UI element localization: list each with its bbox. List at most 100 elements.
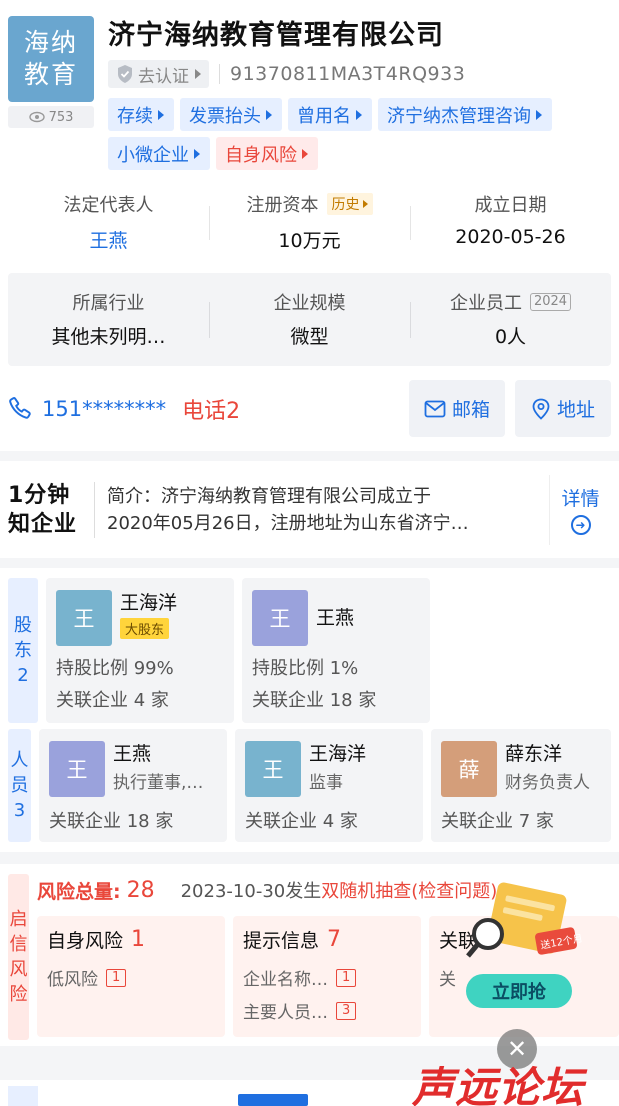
mail-icon: [424, 400, 446, 417]
staff-role: 财务负责人: [505, 773, 590, 793]
staff-tab[interactable]: 人 员 3: [8, 729, 31, 842]
shareholder-card[interactable]: 王 王海洋 大股东 持股比例 99% 关联企业 4 家: [46, 578, 234, 723]
staff-value: 0人: [494, 326, 527, 348]
risk-event-type: 双随机抽查: [321, 881, 412, 902]
tab-char: 险: [9, 984, 28, 1005]
tab-char: 启: [9, 909, 28, 930]
caret-right-icon: [362, 200, 368, 208]
share-ratio: 持股比例 99%: [56, 658, 174, 679]
risk-line-text: 主要人员…: [243, 1003, 328, 1023]
risk-line-text: 企业名称…: [243, 970, 328, 990]
phone-icon: [9, 396, 31, 419]
credit-code[interactable]: 91370811MA3T4RQ933: [230, 63, 465, 85]
tag-former-name-value-label: 济宁纳杰管理咨询: [387, 105, 531, 127]
company-header-card: 海纳 教育 753 济宁海纳教育管理有限公司 去认证 91370811MA3T4…: [0, 0, 619, 451]
staff-count[interactable]: 企业员工 2024 0人: [410, 290, 611, 349]
staff-card[interactable]: 王 王海洋 监事 关联企业 4 家: [235, 729, 423, 842]
business-summary-box: 所属行业 其他未列明… 企业规模 微型 企业员工 2024 0人: [8, 273, 611, 366]
shareholder-name: 王海洋: [120, 592, 178, 614]
legal-rep-value[interactable]: 王燕: [8, 226, 209, 253]
risk-line-count: 3: [336, 1001, 357, 1020]
caret-right-icon: [266, 109, 272, 120]
tag-self-risk-label: 自身风险: [225, 144, 297, 166]
view-count: 753: [8, 106, 94, 128]
registered-capital: 注册资本 历史 10万元: [209, 192, 410, 253]
company-logo: 海纳 教育: [8, 16, 94, 102]
legal-rep[interactable]: 法定代表人 王燕: [8, 192, 209, 253]
capital-history-button[interactable]: 历史: [326, 193, 373, 215]
address-label: 地址: [556, 399, 595, 421]
address-button[interactable]: 地址: [515, 380, 611, 437]
shareholder-name: 王燕: [316, 607, 355, 629]
divider: [219, 64, 220, 84]
email-button[interactable]: 邮箱: [409, 380, 505, 437]
logo-line-2: 教育: [23, 60, 78, 89]
promo-sticker[interactable]: 送12个月 立即抢: [462, 878, 582, 1008]
risk-total-value: 28: [126, 877, 155, 903]
tag-self-risk[interactable]: 自身风险: [216, 137, 318, 170]
tag-status-label: 存续: [117, 105, 153, 127]
capital-label: 注册资本: [246, 195, 319, 216]
risk-line-text: 低风险: [47, 970, 98, 990]
related-companies: 关联企业 4 家: [245, 811, 358, 832]
tag-status[interactable]: 存续: [108, 98, 174, 131]
one-minute-intro[interactable]: 1分钟 知企业 简介：济宁海纳教育管理有限公司成立于 2020年05月26日，注…: [0, 461, 619, 558]
intro-logo-line-2: 知企业: [8, 511, 78, 537]
risk-card-count: 1: [131, 927, 146, 952]
contact-row: 151******** 电话2 邮箱 地址: [8, 380, 611, 437]
grab-now-button[interactable]: 立即抢: [466, 974, 572, 1008]
risk-tab[interactable]: 启 信 风 险: [8, 874, 29, 1040]
eye-icon: [28, 111, 45, 123]
certify-button[interactable]: 去认证: [108, 60, 209, 88]
tab-char: 人: [10, 750, 29, 771]
staff-card[interactable]: 王 王燕 执行董事,… 关联企业 18 家: [39, 729, 227, 842]
major-shareholder-badge: 大股东: [120, 618, 170, 639]
divider: [94, 481, 95, 538]
risk-event-date: 2023-10-30发生: [180, 881, 322, 902]
risk-line-count: 1: [336, 968, 357, 987]
phone-count[interactable]: 电话2: [182, 393, 240, 425]
intro-logo-line-1: 1分钟: [8, 482, 71, 508]
people-section: 股 东 2 王 王海洋 大股东 持股比例 99% 关联企业 4 家 王 王燕 持…: [0, 568, 619, 852]
tag-former-name-value[interactable]: 济宁纳杰管理咨询: [378, 98, 552, 131]
staff-row: 人 员 3 王 王燕 执行董事,… 关联企业 18 家 王 王海洋 监事 关联企…: [8, 729, 611, 842]
scale-value: 微型: [290, 326, 329, 348]
founded-date: 成立日期 2020-05-26: [410, 192, 611, 253]
scale-label: 企业规模: [273, 293, 346, 314]
tag-small-enterprise[interactable]: 小微企业: [108, 137, 210, 170]
founded-value: 2020-05-26: [455, 226, 566, 248]
industry[interactable]: 所属行业 其他未列明…: [8, 290, 209, 349]
tag-invoice[interactable]: 发票抬头: [180, 98, 282, 131]
intro-line-2: 2020年05月26日，注册地址为山东省济宁…: [107, 512, 469, 534]
related-companies: 关联企业 18 家: [252, 690, 377, 711]
gift-card-illustration: 送12个月: [466, 882, 582, 958]
tab-char: 风: [9, 959, 28, 980]
risk-total-label: 风险总量:: [37, 880, 121, 903]
tag-list: 存续 发票抬头 曾用名 济宁纳杰管理咨询 小微企业 自身风险: [108, 98, 568, 170]
staff-name: 王海洋: [309, 743, 367, 765]
founded-label: 成立日期: [474, 195, 547, 216]
caret-right-icon: [536, 109, 542, 120]
shield-check-icon: [118, 65, 132, 83]
notice-info-card[interactable]: 提示信息 7 企业名称… 1 主要人员… 3: [233, 916, 421, 1037]
capital-value: 10万元: [278, 230, 341, 252]
risk-event: 2023-10-30发生双随机抽查(检查问题): [181, 877, 498, 903]
staff-role: 执行董事,…: [113, 773, 204, 793]
phone-link[interactable]: 151********: [8, 396, 166, 422]
related-companies: 关联企业 7 家: [441, 811, 554, 832]
caret-right-icon: [302, 148, 308, 159]
staff-name: 王燕: [113, 743, 152, 765]
risk-card-count: 7: [327, 927, 342, 952]
arrow-right-circle-icon: ➜: [570, 515, 591, 535]
shareholder-card[interactable]: 王 王燕 持股比例 1% 关联企业 18 家: [242, 578, 430, 723]
intro-detail-button[interactable]: 详情 ➜: [549, 474, 611, 545]
industry-label: 所属行业: [72, 293, 145, 314]
tag-former-name[interactable]: 曾用名: [288, 98, 372, 131]
shareholders-row: 股 东 2 王 王海洋 大股东 持股比例 99% 关联企业 4 家 王 王燕 持…: [8, 578, 611, 723]
staff-card[interactable]: 薛 薛东洋 财务负责人 关联企业 7 家: [431, 729, 611, 842]
tab-char: 股: [14, 615, 32, 636]
shareholders-tab[interactable]: 股 东 2: [8, 578, 38, 723]
caret-right-icon: [356, 109, 362, 120]
staff-role: 监事: [309, 773, 343, 793]
self-risk-card[interactable]: 自身风险 1 低风险 1: [37, 916, 225, 1037]
